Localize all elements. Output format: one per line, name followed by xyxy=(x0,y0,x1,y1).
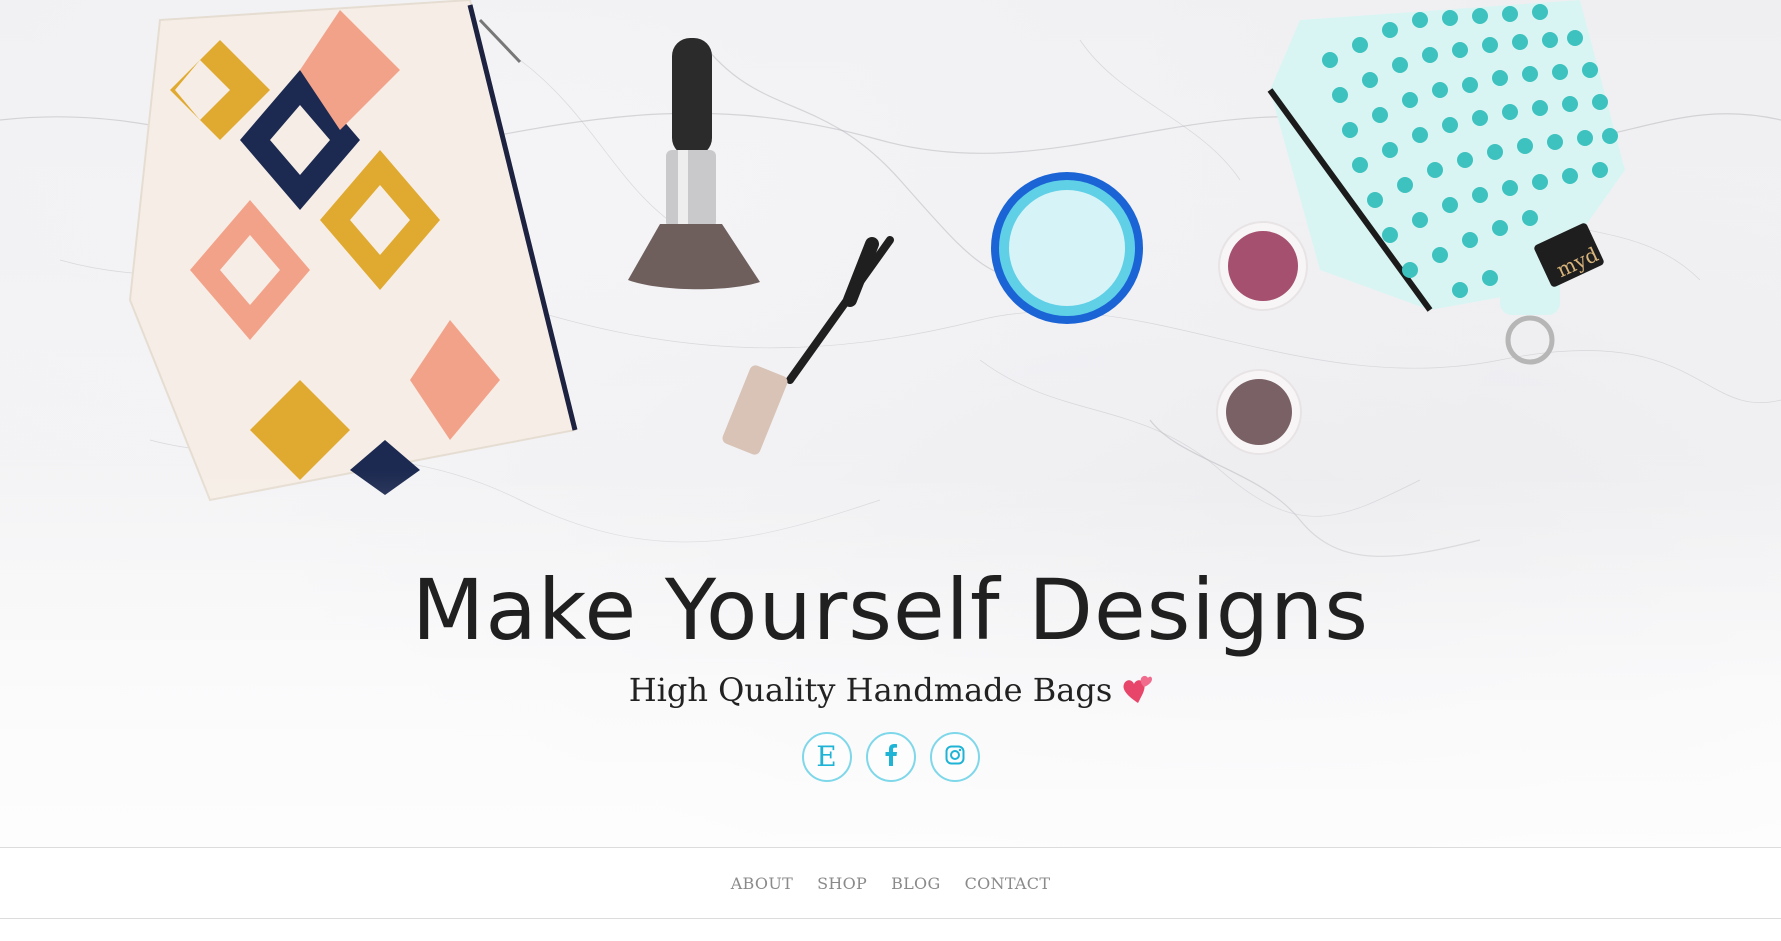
site-tagline-text: High Quality Handmade Bags xyxy=(628,671,1113,709)
polka-dot-pouch-image: myd xyxy=(1267,0,1625,365)
nav-contact-link[interactable]: CONTACT xyxy=(965,874,1051,893)
makeup-brush-image xyxy=(628,38,760,290)
site-tagline: High Quality Handmade Bags xyxy=(0,668,1781,716)
social-links: E xyxy=(0,732,1781,782)
nav-shop-link[interactable]: SHOP xyxy=(817,874,867,893)
cream-jar-image xyxy=(991,172,1143,324)
two-hearts-icon xyxy=(1120,672,1153,716)
nav-blog-link[interactable]: BLOG xyxy=(891,874,940,893)
instagram-icon xyxy=(945,745,965,769)
nav-about-link[interactable]: ABOUT xyxy=(731,874,793,893)
facebook-link[interactable] xyxy=(865,732,916,782)
instagram-link[interactable] xyxy=(929,732,980,782)
etsy-icon: E xyxy=(816,740,837,773)
site-title: Make Yourself Designs xyxy=(411,561,1370,659)
main-navigation: ABOUT SHOP BLOG CONTACT xyxy=(0,847,1781,919)
facebook-icon xyxy=(884,744,898,770)
aztec-pouch-image xyxy=(128,0,578,502)
hero-background-image: myd xyxy=(0,0,1781,847)
eyeshadow-pans-image xyxy=(1216,221,1308,455)
etsy-link[interactable]: E xyxy=(801,732,852,782)
hero-banner: myd Make Yourself Designs High Quality H… xyxy=(0,0,1781,847)
